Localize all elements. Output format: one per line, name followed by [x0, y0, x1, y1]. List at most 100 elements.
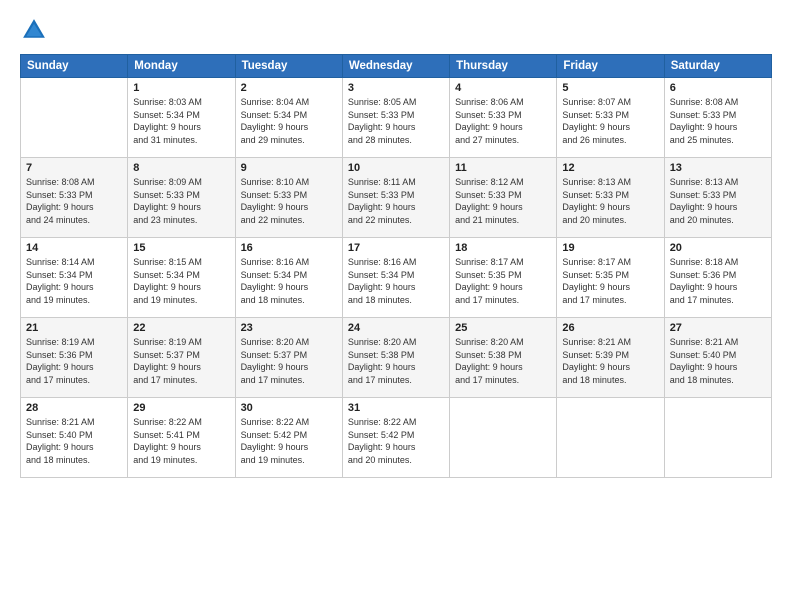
day-info: Sunrise: 8:12 AM Sunset: 5:33 PM Dayligh…	[455, 176, 551, 226]
day-number: 31	[348, 402, 444, 414]
day-info: Sunrise: 8:03 AM Sunset: 5:34 PM Dayligh…	[133, 96, 229, 146]
day-number: 7	[26, 162, 122, 174]
day-cell: 23Sunrise: 8:20 AM Sunset: 5:37 PM Dayli…	[235, 318, 342, 398]
day-number: 24	[348, 322, 444, 334]
header-row: SundayMondayTuesdayWednesdayThursdayFrid…	[21, 55, 772, 78]
day-number: 18	[455, 242, 551, 254]
day-info: Sunrise: 8:20 AM Sunset: 5:37 PM Dayligh…	[241, 336, 337, 386]
day-number: 21	[26, 322, 122, 334]
day-info: Sunrise: 8:17 AM Sunset: 5:35 PM Dayligh…	[562, 256, 658, 306]
day-info: Sunrise: 8:22 AM Sunset: 5:42 PM Dayligh…	[348, 416, 444, 466]
day-info: Sunrise: 8:16 AM Sunset: 5:34 PM Dayligh…	[241, 256, 337, 306]
day-cell: 25 Sunrise: 8:20 AM Sunset: 5:38 PM Dayli…	[450, 318, 557, 398]
day-number: 28	[26, 402, 122, 414]
day-number: 2	[241, 82, 337, 94]
header	[20, 16, 772, 44]
day-info: Sunrise: 8:22 AM Sunset: 5:42 PM Dayligh…	[241, 416, 337, 466]
day-cell: 7 Sunrise: 8:08 AM Sunset: 5:33 PM Daylig…	[21, 158, 128, 238]
day-cell: 14 Sunrise: 8:14 AM Sunset: 5:34 PM Dayli…	[21, 238, 128, 318]
day-info: Sunrise: 8:21 AM Sunset: 5:40 PM Dayligh…	[26, 416, 122, 466]
day-info: Sunrise: 8:18 AM Sunset: 5:36 PM Dayligh…	[670, 256, 766, 306]
day-number: 3	[348, 82, 444, 94]
day-info: Sunrise: 8:04 AM Sunset: 5:34 PM Dayligh…	[241, 96, 337, 146]
day-cell: 29 Sunrise: 8:22 AM Sunset: 5:41 PM Dayli…	[128, 398, 235, 478]
day-number: 25	[455, 322, 551, 334]
day-number: 27	[670, 322, 766, 334]
day-number: 5	[562, 82, 658, 94]
day-number: 22	[133, 322, 229, 334]
day-cell: 12 Sunrise: 8:13 AM Sunset: 5:33 PM Dayli…	[557, 158, 664, 238]
day-cell: 9Sunrise: 8:10 AM Sunset: 5:33 PM Daylig…	[235, 158, 342, 238]
day-cell: 11 Sunrise: 8:12 AM Sunset: 5:33 PM Dayli…	[450, 158, 557, 238]
day-number: 29	[133, 402, 229, 414]
col-header-tuesday: Tuesday	[235, 55, 342, 78]
day-number: 10	[348, 162, 444, 174]
day-number: 1	[133, 82, 229, 94]
day-info: Sunrise: 8:13 AM Sunset: 5:33 PM Dayligh…	[670, 176, 766, 226]
day-info: Sunrise: 8:21 AM Sunset: 5:40 PM Dayligh…	[670, 336, 766, 386]
day-info: Sunrise: 8:22 AM Sunset: 5:41 PM Dayligh…	[133, 416, 229, 466]
day-info: Sunrise: 8:11 AM Sunset: 5:33 PM Dayligh…	[348, 176, 444, 226]
day-info: Sunrise: 8:13 AM Sunset: 5:33 PM Dayligh…	[562, 176, 658, 226]
day-number: 4	[455, 82, 551, 94]
day-number: 19	[562, 242, 658, 254]
day-info: Sunrise: 8:19 AM Sunset: 5:36 PM Dayligh…	[26, 336, 122, 386]
day-number: 15	[133, 242, 229, 254]
day-cell: 4 Sunrise: 8:06 AM Sunset: 5:33 PM Daylig…	[450, 78, 557, 158]
week-row-4: 21 Sunrise: 8:19 AM Sunset: 5:36 PM Dayli…	[21, 318, 772, 398]
day-cell: 17Sunrise: 8:16 AM Sunset: 5:34 PM Dayli…	[342, 238, 449, 318]
day-number: 30	[241, 402, 337, 414]
day-info: Sunrise: 8:08 AM Sunset: 5:33 PM Dayligh…	[670, 96, 766, 146]
day-number: 20	[670, 242, 766, 254]
day-number: 9	[241, 162, 337, 174]
day-info: Sunrise: 8:09 AM Sunset: 5:33 PM Dayligh…	[133, 176, 229, 226]
day-cell: 21 Sunrise: 8:19 AM Sunset: 5:36 PM Dayli…	[21, 318, 128, 398]
day-info: Sunrise: 8:06 AM Sunset: 5:33 PM Dayligh…	[455, 96, 551, 146]
week-row-2: 7 Sunrise: 8:08 AM Sunset: 5:33 PM Daylig…	[21, 158, 772, 238]
day-number: 12	[562, 162, 658, 174]
day-cell	[664, 398, 771, 478]
col-header-sunday: Sunday	[21, 55, 128, 78]
day-cell	[557, 398, 664, 478]
day-info: Sunrise: 8:21 AM Sunset: 5:39 PM Dayligh…	[562, 336, 658, 386]
day-cell	[21, 78, 128, 158]
day-cell: 22 Sunrise: 8:19 AM Sunset: 5:37 PM Dayli…	[128, 318, 235, 398]
day-cell: 16Sunrise: 8:16 AM Sunset: 5:34 PM Dayli…	[235, 238, 342, 318]
day-cell: 18 Sunrise: 8:17 AM Sunset: 5:35 PM Dayli…	[450, 238, 557, 318]
day-info: Sunrise: 8:20 AM Sunset: 5:38 PM Dayligh…	[348, 336, 444, 386]
day-info: Sunrise: 8:19 AM Sunset: 5:37 PM Dayligh…	[133, 336, 229, 386]
day-number: 14	[26, 242, 122, 254]
day-cell: 19 Sunrise: 8:17 AM Sunset: 5:35 PM Dayli…	[557, 238, 664, 318]
col-header-saturday: Saturday	[664, 55, 771, 78]
day-number: 6	[670, 82, 766, 94]
day-cell: 5 Sunrise: 8:07 AM Sunset: 5:33 PM Daylig…	[557, 78, 664, 158]
day-cell: 1 Sunrise: 8:03 AM Sunset: 5:34 PM Daylig…	[128, 78, 235, 158]
day-cell: 28 Sunrise: 8:21 AM Sunset: 5:40 PM Dayli…	[21, 398, 128, 478]
day-cell: 24 Sunrise: 8:20 AM Sunset: 5:38 PM Dayli…	[342, 318, 449, 398]
day-cell: 6 Sunrise: 8:08 AM Sunset: 5:33 PM Daylig…	[664, 78, 771, 158]
day-info: Sunrise: 8:07 AM Sunset: 5:33 PM Dayligh…	[562, 96, 658, 146]
day-number: 11	[455, 162, 551, 174]
day-info: Sunrise: 8:05 AM Sunset: 5:33 PM Dayligh…	[348, 96, 444, 146]
day-cell: 3 Sunrise: 8:05 AM Sunset: 5:33 PM Daylig…	[342, 78, 449, 158]
page: SundayMondayTuesdayWednesdayThursdayFrid…	[0, 0, 792, 612]
day-info: Sunrise: 8:16 AM Sunset: 5:34 PM Dayligh…	[348, 256, 444, 306]
calendar: SundayMondayTuesdayWednesdayThursdayFrid…	[20, 54, 772, 478]
day-cell: 8 Sunrise: 8:09 AM Sunset: 5:33 PM Daylig…	[128, 158, 235, 238]
week-row-1: 1 Sunrise: 8:03 AM Sunset: 5:34 PM Daylig…	[21, 78, 772, 158]
col-header-friday: Friday	[557, 55, 664, 78]
day-info: Sunrise: 8:17 AM Sunset: 5:35 PM Dayligh…	[455, 256, 551, 306]
day-info: Sunrise: 8:15 AM Sunset: 5:34 PM Dayligh…	[133, 256, 229, 306]
week-row-3: 14 Sunrise: 8:14 AM Sunset: 5:34 PM Dayli…	[21, 238, 772, 318]
day-number: 8	[133, 162, 229, 174]
col-header-monday: Monday	[128, 55, 235, 78]
day-cell	[450, 398, 557, 478]
day-info: Sunrise: 8:20 AM Sunset: 5:38 PM Dayligh…	[455, 336, 551, 386]
day-cell: 13 Sunrise: 8:13 AM Sunset: 5:33 PM Dayli…	[664, 158, 771, 238]
day-cell: 27 Sunrise: 8:21 AM Sunset: 5:40 PM Dayli…	[664, 318, 771, 398]
day-cell: 30 Sunrise: 8:22 AM Sunset: 5:42 PM Dayli…	[235, 398, 342, 478]
col-header-thursday: Thursday	[450, 55, 557, 78]
day-info: Sunrise: 8:08 AM Sunset: 5:33 PM Dayligh…	[26, 176, 122, 226]
day-info: Sunrise: 8:14 AM Sunset: 5:34 PM Dayligh…	[26, 256, 122, 306]
day-number: 13	[670, 162, 766, 174]
